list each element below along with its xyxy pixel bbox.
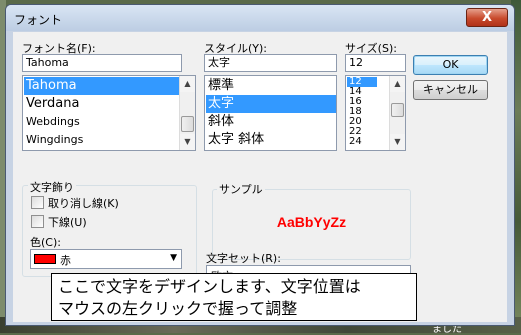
font-style-list[interactable]: 標準 太字 斜体 太字 斜体 [204,75,337,151]
font-size-item[interactable]: 14 [347,87,389,97]
overlay-note-line1: ここで文字をデザインします、文字位置は [58,277,361,296]
sample-group-label: サンプル [217,181,265,197]
effects-group-label: 文字飾り [28,179,76,195]
close-button[interactable]: X [466,8,508,27]
close-icon: X [481,10,493,25]
ok-button[interactable]: OK [413,55,488,75]
font-name-input[interactable]: Tahoma [22,54,182,72]
font-name-item[interactable]: Webdings [24,113,180,131]
charset-label: 文字セット(R): [206,252,281,265]
scroll-up-icon[interactable]: ▲ [180,76,195,92]
font-size-item[interactable]: 18 [347,107,389,117]
font-size-scrollbar[interactable]: ▲ ▼ [389,76,405,150]
font-name-scrollbar[interactable]: ▲ ▼ [179,76,195,150]
color-label: 色(C): [30,236,61,249]
font-name-item[interactable]: Verdana [24,95,180,113]
font-size-item[interactable]: 22 [347,127,389,137]
font-name-item[interactable]: Tahoma [24,77,180,95]
scroll-down-icon[interactable]: ▼ [390,134,405,150]
font-size-list[interactable]: 12 14 16 18 20 22 24 ▲ ▼ [345,75,406,151]
sample-preview-text: AaBbYyZz [276,214,347,230]
font-style-item[interactable]: 太字 斜体 [206,131,336,149]
font-style-input[interactable]: 太字 [204,54,337,72]
font-size-item[interactable]: 16 [347,97,389,107]
underline-checkbox[interactable] [31,215,44,228]
underline-label[interactable]: 下線(U) [48,214,87,230]
scroll-thumb[interactable] [181,116,194,132]
font-size-item[interactable]: 24 [347,137,389,147]
scroll-thumb[interactable] [391,103,404,117]
font-size-input[interactable]: 12 [345,54,406,72]
window-title: フォント [14,13,63,27]
strikeout-checkbox[interactable] [31,196,44,209]
overlay-note-line2: マウスの左クリックで握って調整 [58,299,298,318]
cancel-button[interactable]: キャンセル [413,80,488,100]
overlay-note: ここで文字をデザインします、文字位置は マウスの左クリックで握って調整 [51,273,417,321]
font-size-item[interactable]: 20 [347,117,389,127]
strikeout-label[interactable]: 取り消し線(K) [48,195,119,211]
color-select[interactable]: 赤 ▼ [30,249,182,269]
font-style-item[interactable]: 標準 [206,77,336,95]
scroll-down-icon[interactable]: ▼ [180,134,195,150]
scroll-up-icon[interactable]: ▲ [390,76,405,92]
font-style-item[interactable]: 太字 [206,95,336,113]
font-style-item[interactable]: 斜体 [206,113,336,131]
font-name-item[interactable]: Wingdings [24,131,180,149]
color-value: 赤 [60,254,71,267]
title-bar[interactable]: フォント X [6,5,514,31]
color-swatch [34,254,56,264]
font-size-item[interactable]: 12 [347,77,377,87]
font-name-list[interactable]: Tahoma Verdana Webdings Wingdings ▲ ▼ [22,75,196,151]
chevron-down-icon[interactable]: ▼ [170,253,177,263]
